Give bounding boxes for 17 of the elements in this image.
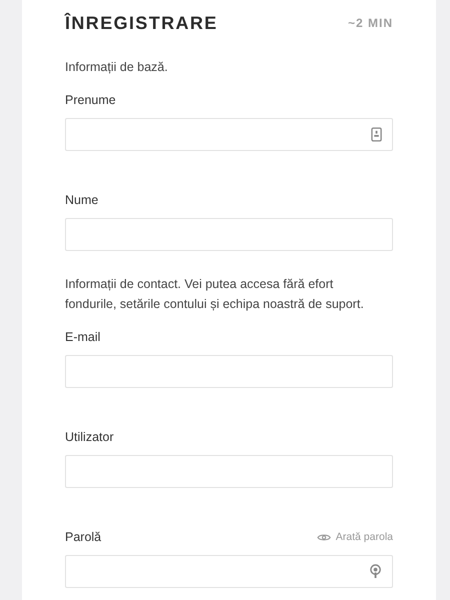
input-field[interactable] [65, 118, 393, 151]
field-label: Utilizator [65, 430, 114, 444]
section-note: Informații de contact. Vei putea accesa fără efort fondurile, setările contului și echipa noastră de suport. [65, 276, 365, 313]
section-note: Informații de bază. [65, 59, 169, 76]
field-label: Parolă [65, 530, 102, 544]
field-label: Prenume [65, 93, 116, 107]
input-field[interactable] [65, 455, 393, 488]
duration-label: ~2 MIN [348, 16, 393, 30]
contact-card-icon [371, 127, 382, 142]
form-title: ÎNREGISTRARE [65, 12, 218, 34]
input-field[interactable] [65, 355, 393, 388]
field-label: E-mail [65, 330, 100, 344]
show-password-link[interactable]: Arată parola [316, 531, 393, 543]
input-field[interactable] [65, 555, 393, 588]
input-field[interactable] [65, 218, 393, 251]
eye-icon [316, 532, 331, 542]
field-label: Nume [65, 193, 98, 207]
